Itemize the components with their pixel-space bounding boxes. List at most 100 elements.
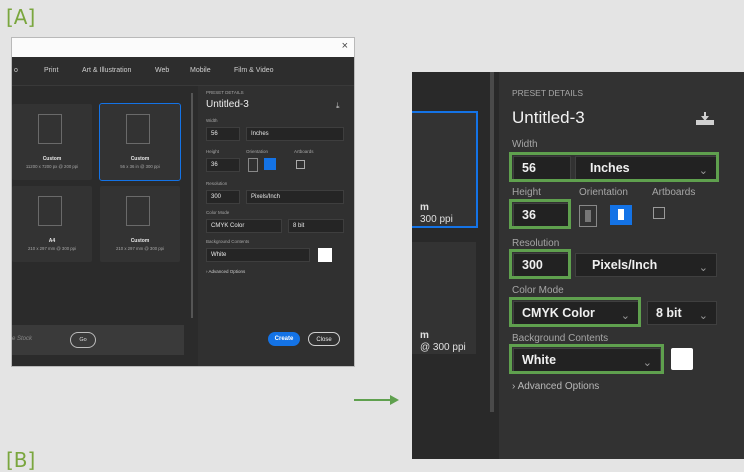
preset-card-title: Custom — [130, 238, 150, 244]
advanced-options-toggle[interactable]: › Advanced Options — [206, 269, 245, 274]
resolution-field[interactable]: 300 — [513, 253, 569, 277]
advanced-options-toggle[interactable]: › Advanced Options — [512, 381, 599, 392]
tab-film-video[interactable]: Film & Video — [234, 67, 274, 74]
bit-depth-select[interactable]: 8 bit — [288, 219, 344, 233]
resolution-label: Resolution — [206, 181, 228, 186]
width-field[interactable]: 56 — [206, 127, 240, 141]
document-icon — [38, 196, 62, 226]
resolution-unit-select[interactable]: Pixels/Inch — [246, 190, 344, 204]
chevron-down-icon: ⌄ — [698, 310, 708, 322]
resolution-unit-select[interactable]: Pixels/Inch ⌄ — [575, 253, 717, 277]
zoomed-preset-details: m 300 ppi m @ 300 ppi PRESET DETAILS Unt… — [412, 72, 744, 459]
chevron-down-icon: ⌄ — [620, 310, 630, 322]
tab-web[interactable]: Web — [155, 67, 169, 74]
preset-card-size: 56 x 36 in @ 300 ppi — [120, 164, 160, 169]
tab-art-illustration[interactable]: Art & Illustration — [82, 67, 131, 74]
document-icon — [126, 114, 150, 144]
portrait-icon[interactable] — [248, 158, 258, 172]
preset-scrollbar[interactable] — [490, 72, 494, 412]
landscape-orientation-icon[interactable] — [610, 205, 632, 225]
height-field[interactable]: 36 — [513, 203, 569, 227]
save-preset-icon[interactable]: ⤓ — [336, 101, 340, 111]
chevron-down-icon: ⌄ — [698, 165, 708, 177]
background-contents-select[interactable]: White ⌄ — [513, 348, 661, 372]
artboards-checkbox[interactable] — [653, 207, 665, 219]
close-icon[interactable]: × — [342, 40, 348, 52]
preset-card-size: 11200 x 7200 px @ 200 ppi — [25, 164, 79, 169]
color-mode-label: Color Mode — [206, 210, 230, 215]
preset-card[interactable]: A4 210 x 297 mm @ 300 ppi — [12, 186, 92, 262]
person-icon — [618, 209, 624, 220]
width-label: Width — [206, 118, 218, 123]
width-label: Width — [512, 139, 538, 150]
preset-card-title: A4 — [48, 238, 56, 244]
stock-search-input[interactable]: e Stock — [12, 336, 32, 342]
new-document-dialog-thumbnail: × o Print Art & Illustration Web Mobile … — [12, 38, 354, 366]
resolution-field[interactable]: 300 — [206, 190, 240, 204]
stock-search-bar: e Stock Go — [12, 325, 184, 355]
dialog-title-bar: × — [12, 38, 354, 58]
artboards-label: Artboards — [294, 149, 314, 154]
tab-print[interactable]: Print — [44, 67, 58, 74]
color-mode-label: Color Mode — [512, 285, 564, 296]
preset-card-title: Custom — [42, 156, 62, 162]
chevron-down-icon: ⌄ — [698, 262, 708, 274]
person-icon — [585, 210, 591, 222]
width-unit-value: Inches — [590, 161, 630, 175]
chevron-down-icon: ⌄ — [642, 357, 652, 369]
width-unit-select[interactable]: Inches — [246, 127, 344, 141]
artboards-checkbox[interactable] — [296, 160, 305, 169]
tab-mobile[interactable]: Mobile — [190, 67, 211, 74]
color-mode-value: CMYK Color — [522, 306, 595, 320]
document-name[interactable]: Untitled-3 — [512, 108, 585, 128]
landscape-icon[interactable] — [264, 158, 276, 170]
background-contents-label: Background Contents — [206, 239, 250, 244]
background-color-swatch[interactable] — [671, 348, 693, 370]
preset-scrollbar[interactable] — [191, 93, 193, 318]
save-preset-icon[interactable] — [695, 112, 715, 126]
preset-card[interactable]: Custom 11200 x 7200 px @ 200 ppi — [12, 104, 92, 180]
preset-card-title: m — [420, 202, 429, 213]
preset-card-selected[interactable]: m 300 ppi — [412, 111, 478, 228]
preset-card-size: 210 x 297 mm @ 300 ppi — [115, 246, 165, 251]
close-button[interactable]: Close — [308, 332, 340, 346]
document-name[interactable]: Untitled-3 — [206, 99, 249, 110]
preset-card-title: Custom — [130, 156, 150, 162]
advanced-options-label: Advanced Options — [517, 381, 600, 392]
color-mode-select[interactable]: CMYK Color ⌄ — [513, 301, 639, 325]
create-button[interactable]: Create — [268, 332, 300, 346]
figure-label-a: [A] — [6, 5, 36, 29]
preset-grid-partial: m 300 ppi m @ 300 ppi — [412, 72, 490, 459]
preset-details-panel: PRESET DETAILS Untitled-3 Width 56 Inche… — [499, 72, 744, 459]
preset-grid: Custom 11200 x 7200 px @ 200 ppi Custom … — [12, 86, 195, 366]
preset-card-size: 210 x 297 mm @ 300 ppi — [27, 246, 77, 251]
arrow-right-icon — [354, 395, 399, 405]
preset-card-size: 300 ppi — [420, 214, 453, 225]
height-label: Height — [512, 187, 541, 198]
background-contents-select[interactable]: White — [206, 248, 310, 262]
bit-depth-select[interactable]: 8 bit ⌄ — [647, 301, 717, 325]
orientation-label: Orientation — [246, 149, 269, 154]
height-field[interactable]: 36 — [206, 158, 240, 172]
preset-card[interactable]: Custom 210 x 297 mm @ 300 ppi — [100, 186, 180, 262]
resolution-label: Resolution — [512, 238, 560, 249]
portrait-orientation-icon[interactable] — [579, 205, 597, 227]
preset-tabs: o Print Art & Illustration Web Mobile Fi… — [12, 57, 354, 86]
preset-card[interactable]: m @ 300 ppi — [412, 242, 476, 354]
figure-label-b: [B] — [6, 448, 36, 472]
preset-card-selected[interactable]: Custom 56 x 36 in @ 300 ppi — [99, 103, 181, 181]
preset-card-size: @ 300 ppi — [420, 342, 466, 353]
background-color-swatch[interactable] — [318, 248, 332, 262]
bit-depth-value: 8 bit — [656, 306, 682, 320]
go-button[interactable]: Go — [70, 332, 96, 348]
preset-details-heading: PRESET DETAILS — [206, 90, 244, 95]
chevron-right-icon: › — [512, 381, 516, 392]
width-field[interactable]: 56 — [513, 156, 571, 180]
tab-photo[interactable]: o — [14, 67, 18, 74]
resolution-unit-value: Pixels/Inch — [592, 258, 658, 272]
color-mode-select[interactable]: CMYK Color — [206, 219, 282, 233]
width-unit-select[interactable]: Inches ⌄ — [575, 156, 717, 180]
advanced-options-label: Advanced Options — [208, 269, 246, 274]
document-icon — [126, 196, 150, 226]
background-contents-value: White — [522, 353, 557, 367]
